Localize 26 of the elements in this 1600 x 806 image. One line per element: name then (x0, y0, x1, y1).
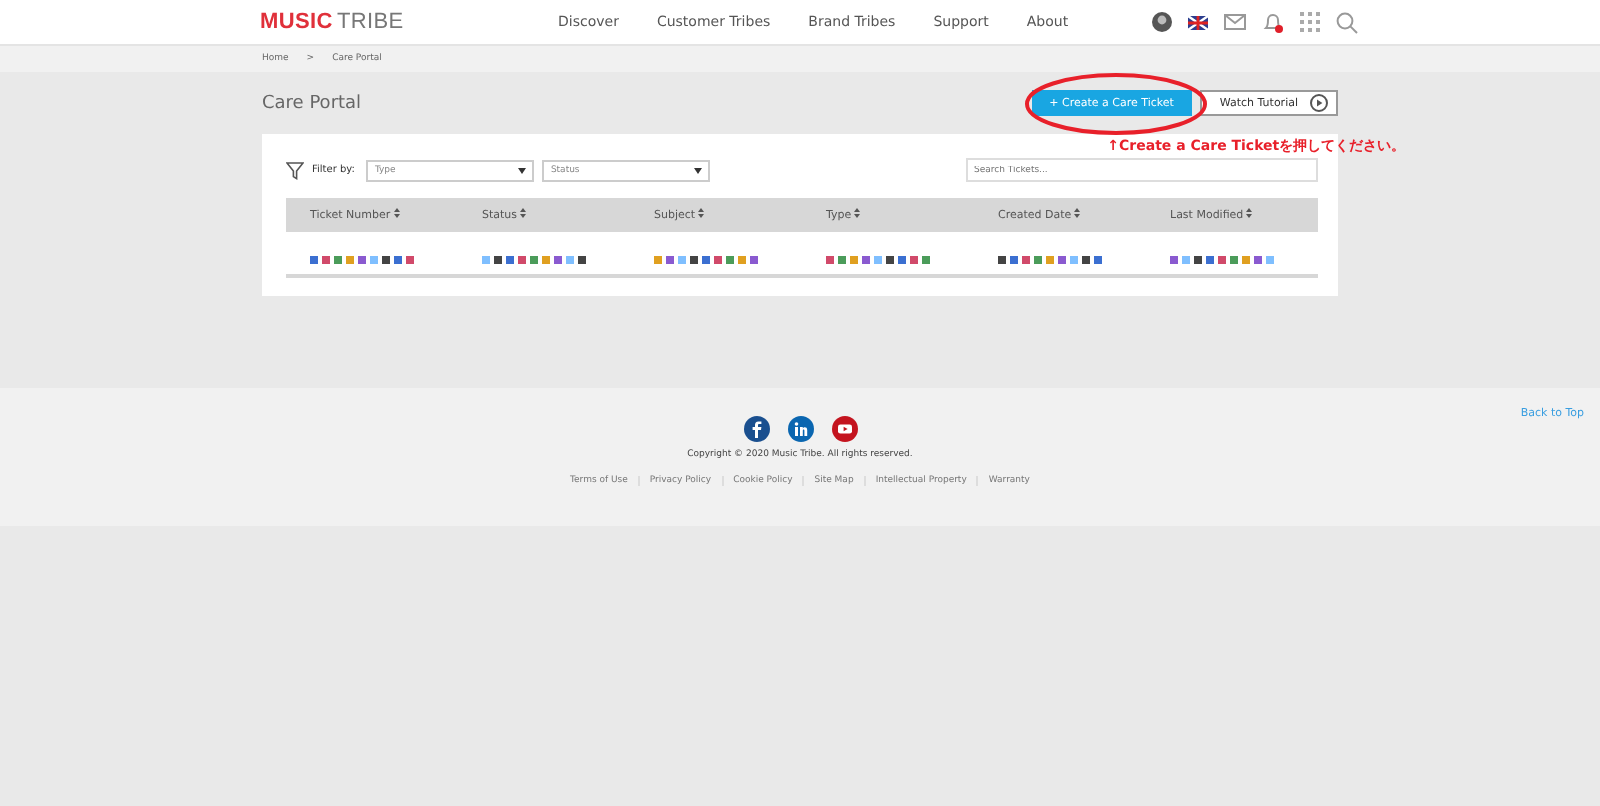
redacted-text-drawing (826, 256, 934, 264)
logo[interactable]: MUSIC TRIBE (260, 10, 404, 34)
redacted-text-drawing (998, 256, 1106, 264)
sort-icon (1074, 208, 1081, 218)
flag-icon[interactable] (1188, 15, 1208, 29)
redacted-text-drawing (654, 256, 762, 264)
caret-icon (694, 167, 703, 173)
redacted-text-drawing (310, 256, 418, 264)
caret-icon (518, 167, 527, 173)
linkedin-icon[interactable] (787, 416, 813, 442)
sort-icon (698, 208, 705, 218)
play-icon (1310, 94, 1328, 112)
filter-icon (286, 161, 304, 179)
page-title: Care Portal (262, 93, 362, 113)
sort-icon (1246, 208, 1253, 218)
redacted-text-drawing (1170, 256, 1278, 264)
sort-icon (520, 208, 527, 218)
facebook-icon[interactable] (743, 416, 769, 442)
bell-icon[interactable] (1262, 11, 1284, 33)
redacted-text-drawing (482, 256, 590, 264)
sort-icon (854, 208, 861, 218)
search-icon[interactable] (1336, 11, 1358, 33)
avatar-icon[interactable] (1152, 12, 1172, 32)
youtube-icon[interactable] (831, 416, 857, 442)
mail-icon[interactable] (1224, 14, 1246, 30)
sort-icon (393, 208, 400, 218)
